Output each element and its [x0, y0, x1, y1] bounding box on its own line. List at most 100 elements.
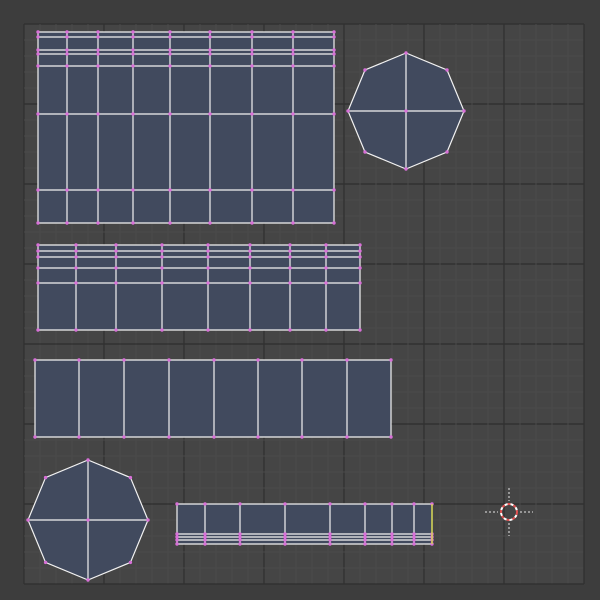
uv-islands[interactable] — [26, 30, 466, 582]
uv-face[interactable] — [177, 504, 432, 544]
uv-vertex[interactable] — [168, 64, 172, 68]
uv-vertex[interactable] — [43, 560, 48, 565]
uv-vertex[interactable] — [363, 538, 367, 542]
uv-vertex[interactable] — [248, 328, 252, 332]
uv-vertex[interactable] — [328, 538, 332, 542]
uv-vertex[interactable] — [96, 64, 100, 68]
uv-vertex[interactable] — [256, 358, 260, 362]
uv-vertex[interactable] — [175, 502, 179, 506]
uv-vertex[interactable] — [206, 243, 210, 247]
uv-vertex[interactable] — [390, 538, 394, 542]
uv-vertex[interactable] — [283, 532, 287, 536]
uv-vertex[interactable] — [128, 475, 133, 480]
uv-vertex[interactable] — [208, 221, 212, 225]
uv-vertex[interactable] — [445, 68, 449, 72]
uv-vertex[interactable] — [324, 249, 328, 253]
uv-vertex[interactable] — [36, 243, 40, 247]
uv-vertex[interactable] — [36, 255, 40, 259]
uv-vertex[interactable] — [96, 48, 100, 52]
uv-vertex[interactable] — [36, 221, 40, 225]
uv-vertex[interactable] — [328, 535, 332, 539]
uv-vertex[interactable] — [250, 64, 254, 68]
uv-vertex[interactable] — [131, 188, 135, 192]
uv-vertex[interactable] — [332, 112, 336, 116]
uv-vertex[interactable] — [358, 249, 362, 253]
uv-vertex[interactable] — [288, 249, 292, 253]
uv-vertex[interactable] — [238, 535, 242, 539]
uv-vertex[interactable] — [345, 435, 349, 439]
uv-vertex[interactable] — [324, 243, 328, 247]
uv-vertex[interactable] — [288, 266, 292, 270]
uv-vertex[interactable] — [36, 35, 40, 39]
uv-vertex[interactable] — [238, 532, 242, 536]
uv-vertex[interactable] — [160, 249, 164, 253]
uv-vertex[interactable] — [160, 255, 164, 259]
uv-vertex[interactable] — [36, 328, 40, 332]
uv-vertex[interactable] — [208, 112, 212, 116]
uv-vertex[interactable] — [131, 30, 135, 34]
uv-vertex[interactable] — [389, 435, 393, 439]
uv-vertex[interactable] — [168, 48, 172, 52]
uv-vertex[interactable] — [65, 35, 69, 39]
uv-vertex[interactable] — [131, 64, 135, 68]
uv-vertex[interactable] — [208, 35, 212, 39]
uv-vertex[interactable] — [36, 249, 40, 253]
uv-vertex[interactable] — [206, 255, 210, 259]
uv-vertex[interactable] — [86, 458, 90, 462]
uv-vertex[interactable] — [74, 281, 78, 285]
uv-vertex[interactable] — [288, 328, 292, 332]
uv-vertex[interactable] — [131, 52, 135, 56]
uv-vertex[interactable] — [445, 150, 449, 154]
uv-vertex[interactable] — [146, 518, 150, 522]
uv-vertex[interactable] — [131, 35, 135, 39]
uv-vertex[interactable] — [300, 435, 304, 439]
uv-vertex[interactable] — [96, 35, 100, 39]
uv-vertex[interactable] — [65, 188, 69, 192]
uv-vertex[interactable] — [390, 502, 394, 506]
uv-vertex[interactable] — [363, 502, 367, 506]
uv-islands-canvas[interactable] — [0, 0, 600, 600]
uv-vertex[interactable] — [65, 48, 69, 52]
uv-vertex[interactable] — [96, 52, 100, 56]
uv-vertex[interactable] — [283, 542, 287, 546]
uv-vertex[interactable] — [167, 435, 171, 439]
uv-vertex[interactable] — [203, 538, 207, 542]
uv-face[interactable] — [38, 32, 334, 223]
uv-vertex[interactable] — [168, 112, 172, 116]
uv-vertex[interactable] — [291, 64, 295, 68]
uv-vertex[interactable] — [363, 68, 367, 72]
uv-vertex[interactable] — [291, 35, 295, 39]
uv-vertex[interactable] — [412, 502, 416, 506]
uv-vertex[interactable] — [248, 266, 252, 270]
uv-vertex[interactable] — [96, 221, 100, 225]
uv-vertex[interactable] — [114, 255, 118, 259]
uv-vertex[interactable] — [160, 328, 164, 332]
uv-vertex[interactable] — [256, 435, 260, 439]
uv-vertex[interactable] — [122, 358, 126, 362]
uv-vertex[interactable] — [65, 64, 69, 68]
uv-vertex[interactable] — [248, 243, 252, 247]
uv-vertex[interactable] — [248, 249, 252, 253]
uv-vertex[interactable] — [238, 502, 242, 506]
uv-vertex[interactable] — [300, 358, 304, 362]
uv-vertex[interactable] — [248, 281, 252, 285]
uv-vertex[interactable] — [250, 112, 254, 116]
uv-vertex[interactable] — [168, 221, 172, 225]
uv-vertex[interactable] — [86, 518, 90, 522]
uv-vertex[interactable] — [328, 502, 332, 506]
uv-vertex[interactable] — [208, 188, 212, 192]
uv-vertex[interactable] — [248, 255, 252, 259]
uv-vertex[interactable] — [206, 266, 210, 270]
uv-island-octagon-bottom[interactable] — [26, 458, 150, 582]
uv-vertex[interactable] — [358, 255, 362, 259]
uv-vertex[interactable] — [65, 112, 69, 116]
uv-vertex[interactable] — [291, 188, 295, 192]
uv-vertex[interactable] — [390, 542, 394, 546]
uv-vertex[interactable] — [324, 328, 328, 332]
uv-vertex[interactable] — [36, 188, 40, 192]
uv-vertex[interactable] — [332, 188, 336, 192]
uv-vertex[interactable] — [332, 30, 336, 34]
uv-vertex[interactable] — [203, 502, 207, 506]
uv-vertex[interactable] — [74, 255, 78, 259]
uv-island-medium-grid[interactable] — [36, 243, 362, 332]
